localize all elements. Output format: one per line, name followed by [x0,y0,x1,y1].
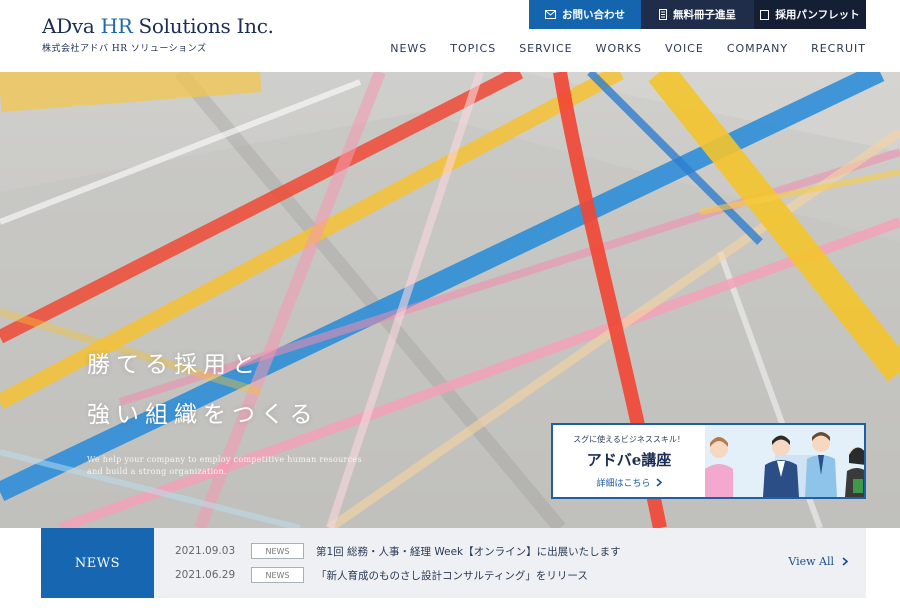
nav-recruit[interactable]: RECRUIT [811,42,866,55]
banner-details-label: 詳細はこちら [596,478,651,489]
chevron-right-icon [655,477,662,487]
nav-news[interactable]: NEWS [390,42,427,55]
catchcopy-english: We help your company to employ competiti… [87,455,362,476]
logo[interactable]: ADva HR Solutions Inc. 株式会社アドバ HR ソリューショ… [42,14,274,54]
free-booklet-button[interactable]: 無料冊子進呈 [641,0,754,29]
logo-title: ADva HR Solutions Inc. [42,14,274,38]
news-title: 「新人育成のものさし設計コンサルティング」をリリース [316,569,588,582]
news-item[interactable]: 2021.09.03 NEWS 第1回 総務・人事・経理 Week【オンライン】… [175,542,621,560]
e-course-banner[interactable]: スグに使えるビジネススキル！ アドバe講座 詳細はこちら [551,423,866,499]
news-title: 第1回 総務・人事・経理 Week【オンライン】に出展いたします [316,545,621,558]
booklet-icon [659,9,667,20]
main-nav: NEWS TOPICS SERVICE WORKS VOICE COMPANY … [390,42,866,55]
news-item[interactable]: 2021.06.29 NEWS 「新人育成のものさし設計コンサルティング」をリリ… [175,566,588,584]
free-booklet-button-label: 無料冊子進呈 [673,9,736,21]
view-all-label: View All [788,555,834,568]
catchcopy-line-2: 強い組織をつくる [87,402,319,428]
nav-voice[interactable]: VOICE [665,42,704,55]
news-section: NEWS 2021.09.03 NEWS 第1回 総務・人事・経理 Week【オ… [41,528,866,598]
news-date: 2021.06.29 [175,569,236,581]
chevron-right-icon [842,557,848,566]
banner-title: アドバe講座 [586,450,672,469]
business-people-illustration [705,425,864,497]
banner-tagline: スグに使えるビジネススキル！ [573,434,685,444]
banner-text: スグに使えるビジネススキル！ アドバe講座 詳細はこちら [553,425,705,497]
mail-icon [545,10,556,19]
top-buttons: お問い合わせ 無料冊子進呈 採用パンフレット [529,0,866,29]
news-category-badge: NEWS [251,543,304,559]
recruit-pamphlet-button-label: 採用パンフレット [775,9,860,21]
news-date: 2021.09.03 [175,545,236,557]
nav-company[interactable]: COMPANY [727,42,788,55]
news-heading: NEWS [41,528,154,598]
recruit-pamphlet-button[interactable]: 採用パンフレット [754,0,866,29]
nav-service[interactable]: SERVICE [519,42,572,55]
nav-works[interactable]: WORKS [596,42,642,55]
site-header: ADva HR Solutions Inc. 株式会社アドバ HR ソリューショ… [0,0,900,72]
banner-details-link[interactable]: 詳細はこちら [596,476,662,489]
nav-topics[interactable]: TOPICS [450,42,496,55]
view-all-link[interactable]: View All [788,555,848,568]
contact-button-label: お問い合わせ [562,9,625,21]
news-category-badge: NEWS [251,567,304,583]
catchcopy-line-1: 勝てる採用と [87,352,261,378]
contact-button[interactable]: お問い合わせ [529,0,641,29]
hero-catchcopy: 勝てる採用と 強い組織をつくる We help your company to … [87,340,367,478]
pamphlet-icon [760,9,770,20]
logo-subtitle: 株式会社アドバ HR ソリューションズ [42,44,207,54]
